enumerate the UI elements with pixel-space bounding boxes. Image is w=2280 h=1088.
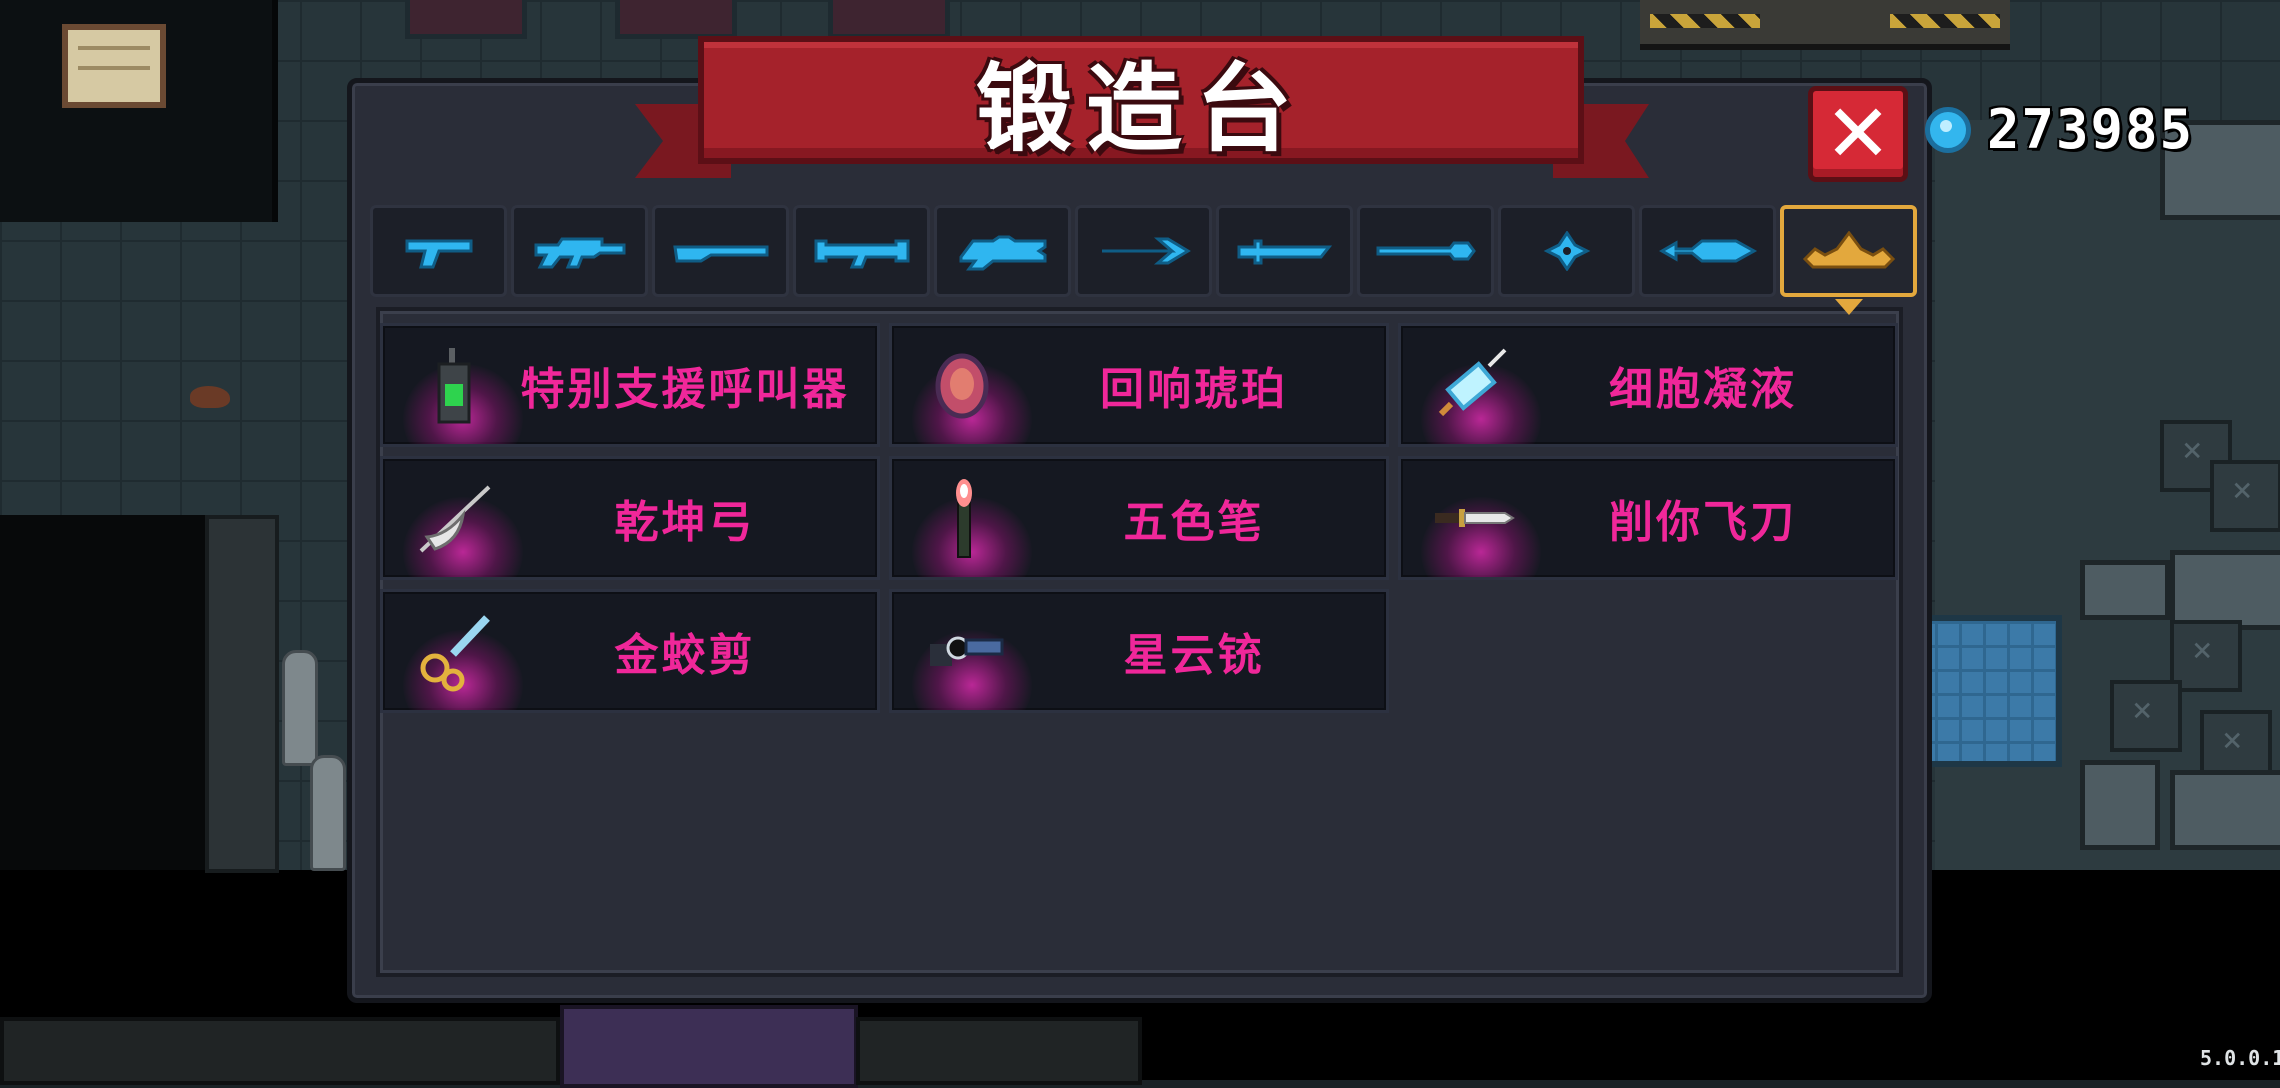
gas-tank [310, 755, 346, 871]
floor-bar [0, 1017, 560, 1085]
vendor-stall [828, 0, 950, 39]
bow-icon [1101, 237, 1191, 265]
spear-icon [1376, 241, 1476, 261]
syringe-icon [1438, 348, 1507, 417]
item-name: 五色笔 [1123, 497, 1265, 548]
tab-laser-gun[interactable] [934, 205, 1071, 297]
machine [2170, 770, 2280, 850]
gas-tank [282, 650, 318, 766]
hazard-barrier [1640, 0, 2010, 50]
purple-door [560, 1005, 858, 1088]
shotgun-icon [672, 245, 768, 263]
gem-count: 273985 [1987, 98, 2195, 161]
item-name: 细胞凝液 [1609, 364, 1797, 415]
rocket-launcher-icon [814, 239, 909, 269]
item-card[interactable]: 星云铳 [889, 589, 1389, 713]
tab-shuriken[interactable] [1498, 205, 1635, 297]
sword-icon [1237, 239, 1332, 265]
tab-shotgun[interactable] [652, 205, 789, 297]
golden-scissors-icon [420, 615, 490, 692]
machine [2080, 560, 2170, 620]
item-name: 削你飞刀 [1609, 497, 1797, 548]
tab-sword[interactable] [1216, 205, 1353, 297]
item-card[interactable]: 回响琥珀 [889, 323, 1389, 447]
title-banner: 锻造台 [698, 36, 1584, 165]
tab-fish-staff[interactable] [1639, 205, 1776, 297]
active-tab-pointer [1834, 299, 1863, 315]
item-card[interactable]: 金蛟剪 [380, 589, 880, 713]
machine [2080, 760, 2160, 850]
notice-board [62, 24, 166, 108]
item-name: 星云铳 [1123, 630, 1265, 681]
category-tabs [370, 205, 1917, 315]
laser-gun-icon [959, 235, 1046, 271]
currency-display: 273985 [1925, 98, 2194, 161]
tab-bow[interactable] [1075, 205, 1212, 297]
walkie-talkie-icon [437, 348, 471, 424]
item-card[interactable]: 细胞凝液 [1398, 323, 1898, 447]
brush-icon [956, 479, 972, 558]
special-crown-icon [1802, 231, 1895, 269]
assault-rifle-icon [534, 237, 625, 269]
locker [205, 515, 279, 873]
vendor-stall [405, 0, 527, 39]
version-label: 5.0.0.1 [2200, 1046, 2280, 1070]
page-title: 锻造台 [976, 52, 1306, 165]
item-card[interactable]: 特别支援呼叫器 [380, 323, 880, 447]
crate [2110, 680, 2182, 752]
vendor-stall [615, 0, 737, 39]
item-card[interactable]: 乾坤弓 [380, 456, 880, 580]
tab-rocket-launcher[interactable] [793, 205, 930, 297]
item-card[interactable]: 五色笔 [889, 456, 1389, 580]
item-name: 回响琥珀 [1100, 364, 1288, 415]
throwing-knife-icon [1435, 509, 1515, 527]
pistol-icon [405, 239, 472, 269]
item-card[interactable]: 削你飞刀 [1398, 456, 1898, 580]
fish-staff-icon [1658, 239, 1757, 263]
floor-bar [856, 1017, 1142, 1085]
item-name: 乾坤弓 [614, 497, 756, 548]
shuriken-icon [1543, 231, 1590, 271]
tab-spear[interactable] [1357, 205, 1494, 297]
close-icon: ✕ [1824, 87, 1892, 180]
rat-creature [190, 386, 230, 408]
nebula-gun-icon [930, 636, 1004, 666]
tab-pistol[interactable] [370, 205, 507, 297]
tab-assault-rifle[interactable] [511, 205, 648, 297]
winged-bow-icon [419, 485, 491, 553]
item-name: 特别支援呼叫器 [520, 364, 850, 415]
close-button[interactable]: ✕ [1808, 86, 1908, 182]
tab-special[interactable] [1780, 205, 1917, 315]
amber-gem-icon [935, 353, 989, 419]
gem-icon [1925, 106, 1971, 153]
item-name: 金蛟剪 [614, 630, 756, 681]
machine [2170, 550, 2280, 630]
crate [2210, 460, 2280, 532]
item-grid: 特别支援呼叫器 回响琥珀 细胞凝液 乾坤弓 五色笔 削你飞刀 金蛟剪 星云铳 [380, 323, 1898, 713]
